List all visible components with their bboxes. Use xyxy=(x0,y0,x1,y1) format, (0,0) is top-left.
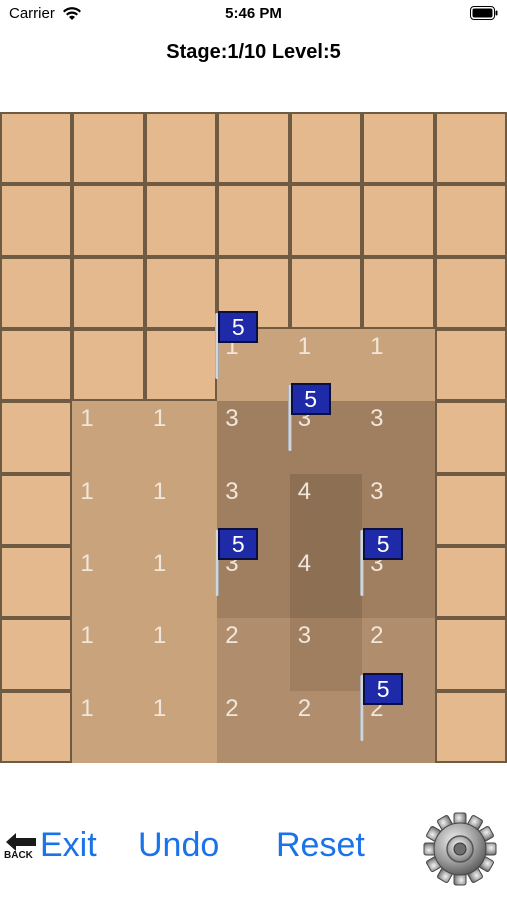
board-cell-number[interactable]: 1 xyxy=(72,618,145,691)
board-cell[interactable] xyxy=(434,256,507,329)
cell-number: 1 xyxy=(152,405,167,433)
stage-level-title: Stage:1/10 Level:5 xyxy=(166,41,341,63)
board-cell[interactable] xyxy=(72,184,145,257)
board-cell-number[interactable]: 1 xyxy=(72,690,145,763)
flag-icon[interactable]: 5 xyxy=(358,528,406,600)
flag-icon[interactable]: 5 xyxy=(286,383,334,455)
board-cell[interactable] xyxy=(289,256,363,329)
board-cell[interactable] xyxy=(0,618,73,691)
cell-number: 2 xyxy=(225,622,239,650)
cell-number: 3 xyxy=(370,477,384,505)
board-cell[interactable] xyxy=(362,184,435,257)
board-cell[interactable] xyxy=(289,112,363,185)
cell-number: 3 xyxy=(225,477,239,505)
board-cell[interactable] xyxy=(72,112,145,185)
board-cell-number[interactable]: 3 xyxy=(362,401,435,474)
board-cell-number[interactable]: 3 xyxy=(217,401,290,474)
board-cell-number[interactable]: 1 xyxy=(144,618,218,691)
cell-number: 3 xyxy=(370,405,384,433)
cell-number: 2 xyxy=(225,694,239,722)
cell-number: 1 xyxy=(370,333,384,360)
board-cell[interactable] xyxy=(144,184,218,257)
cell-number: 1 xyxy=(80,622,94,650)
board-cell[interactable] xyxy=(0,256,73,329)
board-cell[interactable] xyxy=(0,184,73,257)
flag-label: 5 xyxy=(218,311,259,343)
cell-number: 4 xyxy=(297,477,312,505)
cell-number: 1 xyxy=(80,405,94,433)
undo-button[interactable]: Undo xyxy=(138,826,219,865)
board-cell[interactable] xyxy=(0,690,73,763)
board-cell[interactable] xyxy=(144,256,218,329)
board-cell[interactable] xyxy=(217,184,290,257)
cell-number: 1 xyxy=(152,694,167,722)
board-cell[interactable] xyxy=(434,690,507,763)
board-cell[interactable] xyxy=(144,329,218,402)
cell-number: 4 xyxy=(297,550,312,577)
board-cell-number[interactable]: 1 xyxy=(72,546,145,619)
status-bar: Carrier 5:46 PM xyxy=(0,0,507,28)
cell-number: 1 xyxy=(80,477,94,505)
board-cell[interactable] xyxy=(434,618,507,691)
board-cell-number[interactable]: 2 xyxy=(217,618,290,691)
board-cell-number[interactable]: 4 xyxy=(289,546,363,619)
flag-label: 5 xyxy=(218,528,259,560)
board-cell[interactable] xyxy=(144,112,218,185)
board-cell[interactable] xyxy=(0,473,73,546)
board-cell-number[interactable]: 1 xyxy=(144,690,218,763)
board-cell[interactable] xyxy=(362,256,435,329)
board-cell[interactable] xyxy=(434,184,507,257)
cell-number: 1 xyxy=(297,333,312,360)
board-cell-number[interactable]: 4 xyxy=(289,473,363,546)
board-cell-number[interactable]: 1 xyxy=(144,473,218,546)
cell-number: 2 xyxy=(370,622,384,650)
exit-button[interactable]: BACK Exit xyxy=(2,826,98,866)
cell-number: 3 xyxy=(225,405,239,433)
board-cell[interactable] xyxy=(0,546,73,619)
board-cell[interactable] xyxy=(434,473,507,546)
flag-label: 5 xyxy=(363,672,404,705)
board-cell[interactable] xyxy=(434,329,507,402)
game-board[interactable]: 111113331134311343112321122255555 xyxy=(0,112,507,763)
exit-label: Exit xyxy=(40,826,97,864)
board-cell-number[interactable]: 2 xyxy=(217,690,290,763)
board-cell[interactable] xyxy=(362,112,435,185)
cell-number: 1 xyxy=(152,622,167,650)
clock: 5:46 PM xyxy=(225,5,282,22)
gear-icon[interactable] xyxy=(418,807,502,891)
board-cell[interactable] xyxy=(434,112,507,185)
cell-number: 1 xyxy=(152,477,167,505)
board-cell[interactable] xyxy=(72,256,145,329)
flag-icon[interactable]: 5 xyxy=(358,672,406,745)
board-cell[interactable] xyxy=(434,401,507,474)
board-cell[interactable] xyxy=(0,329,73,402)
reset-button[interactable]: Reset xyxy=(276,826,365,865)
board-cell-number[interactable]: 1 xyxy=(144,401,218,474)
battery-icon xyxy=(470,6,498,20)
flag-label: 5 xyxy=(363,528,404,560)
board-cell-number[interactable]: 2 xyxy=(289,690,363,763)
board-cell[interactable] xyxy=(0,401,73,474)
cell-number: 1 xyxy=(80,550,94,577)
flag-icon[interactable]: 5 xyxy=(213,311,261,383)
board-cell[interactable] xyxy=(0,112,73,185)
bottom-toolbar: BACK Exit Undo Reset xyxy=(0,790,507,900)
board-cell-number[interactable]: 1 xyxy=(144,546,218,619)
cell-number: 3 xyxy=(297,622,312,650)
back-text: BACK xyxy=(4,850,33,861)
board-cell-number[interactable]: 1 xyxy=(72,473,145,546)
flag-icon[interactable]: 5 xyxy=(213,528,261,600)
board-cell-number[interactable]: 3 xyxy=(289,618,363,691)
cell-number: 2 xyxy=(297,694,312,722)
cell-number: 1 xyxy=(152,550,167,577)
board-cell-number[interactable]: 1 xyxy=(362,329,435,402)
board-cell[interactable] xyxy=(434,546,507,619)
board-cell[interactable] xyxy=(289,184,363,257)
flag-label: 5 xyxy=(290,383,331,416)
board-cell-number[interactable]: 1 xyxy=(72,401,145,474)
cell-number: 1 xyxy=(80,694,94,722)
board-cell[interactable] xyxy=(72,329,145,402)
board-cell[interactable] xyxy=(217,112,290,185)
